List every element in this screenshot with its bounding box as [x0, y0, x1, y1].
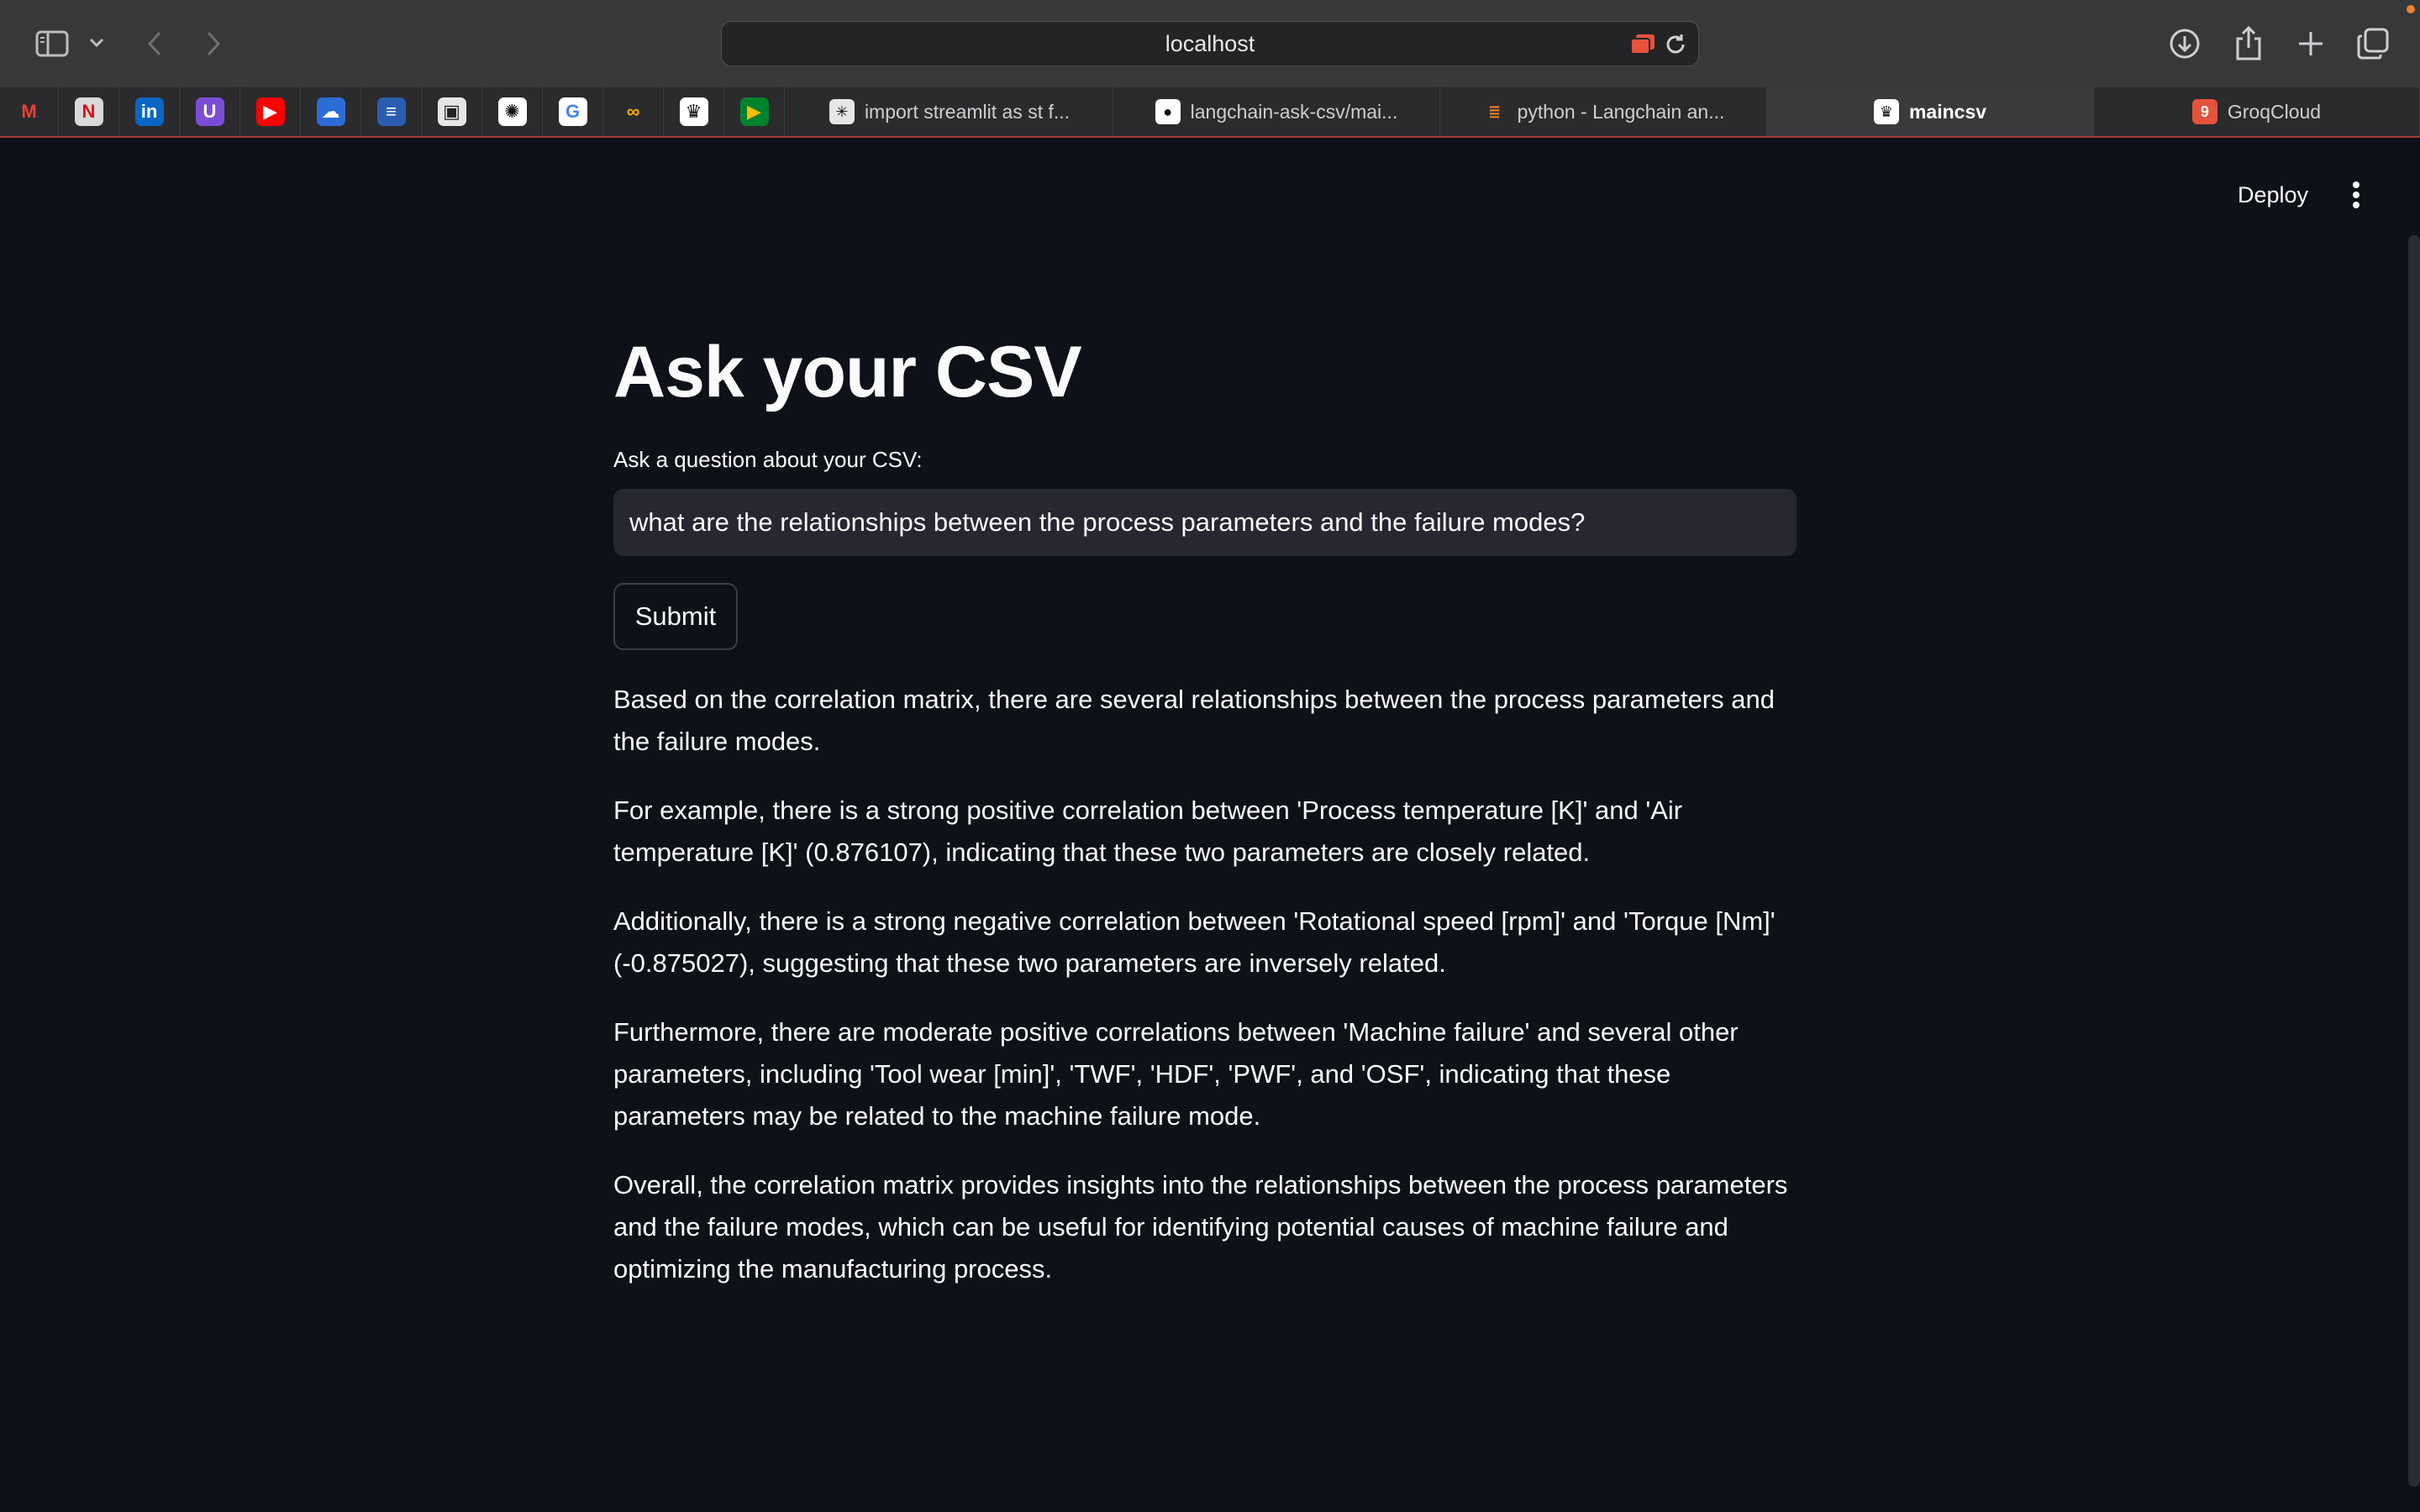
pinned-tab[interactable]: N: [59, 87, 119, 136]
tab-label: langchain-ask-csv/mai...: [1190, 100, 1398, 123]
tab-stackoverflow[interactable]: ≣ python - Langchain an...: [1440, 87, 1767, 136]
question-label: Ask a question about your CSV:: [613, 447, 923, 472]
pinned-tab[interactable]: ≡: [361, 87, 422, 136]
onedrive-icon: ☁: [316, 97, 345, 126]
submit-button[interactable]: Submit: [613, 583, 738, 650]
address-bar[interactable]: localhost: [721, 21, 1699, 66]
pinned-tab[interactable]: ▶: [724, 87, 785, 136]
downloads-icon[interactable]: [2166, 25, 2203, 62]
youtube-icon: ▶: [255, 97, 285, 126]
pinned-tab[interactable]: in: [119, 87, 180, 136]
pinned-tab[interactable]: G: [543, 87, 603, 136]
tab-label: import streamlit as st f...: [864, 100, 1071, 123]
openai-icon: ✺: [497, 97, 527, 126]
pinned-tab[interactable]: U: [180, 87, 240, 136]
tab-label: maincsv: [1908, 100, 1987, 123]
tab-perplexity[interactable]: ✳ import streamlit as st f...: [786, 87, 1113, 136]
google-icon: G: [558, 97, 587, 126]
answer-paragraph: Overall, the correlation matrix provides…: [613, 1170, 1788, 1284]
reload-icon[interactable]: [1663, 32, 1688, 61]
question-input[interactable]: [613, 489, 1797, 556]
browser-toolbar: localhost: [0, 0, 2420, 87]
new-tab-icon[interactable]: [2292, 25, 2329, 62]
tab-overview-icon[interactable]: [2354, 25, 2391, 62]
linkedin-icon: in: [134, 97, 164, 126]
extension-icon[interactable]: [1629, 33, 1656, 60]
answer-paragraph: Based on the correlation matrix, there a…: [613, 685, 1775, 756]
tab-bar: M Nin U ▶ ☁ ≡ ▣ ✺ G ∞ ♛ ▶ ✳ import streamlit as st f.…: [0, 87, 2420, 138]
page-scrollbar[interactable]: [2408, 235, 2420, 1487]
perplexity-icon: ✳: [829, 99, 855, 124]
forward-icon[interactable]: [198, 25, 229, 62]
tab-label: python - Langchain an...: [1517, 100, 1725, 123]
pinned-tab[interactable]: ∞: [603, 87, 664, 136]
meet-icon: ▶: [739, 97, 769, 126]
pinned-tab[interactable]: ☁: [301, 87, 361, 136]
pinned-tab[interactable]: ♛: [664, 87, 724, 136]
answer-text: Based on the correlation matrix, there a…: [613, 679, 1797, 1290]
answer-paragraph: Additionally, there is a strong negative…: [613, 906, 1776, 978]
url-text: localhost: [1165, 30, 1255, 56]
pinned-tab[interactable]: ▶: [240, 87, 301, 136]
gmail-icon: M: [14, 97, 44, 126]
page-title: Ask your CSV: [613, 332, 1082, 412]
netflix-icon: N: [74, 97, 103, 126]
chevron-down-icon[interactable]: [86, 32, 108, 54]
pinned-tab[interactable]: ✺: [482, 87, 543, 136]
notification-dot: [2407, 5, 2415, 13]
back-icon[interactable]: [139, 25, 170, 62]
tab-streamlit[interactable]: ♛ maincsv: [1767, 87, 2094, 136]
stackoverflow-icon: ≣: [1481, 99, 1507, 124]
main-content: Ask your CSV Ask a question about your C…: [613, 319, 1797, 1317]
deploy-button[interactable]: Deploy: [2218, 173, 2328, 217]
pinned-tab[interactable]: M: [0, 87, 59, 136]
tab-label: GroqCloud: [2227, 100, 2322, 123]
media-icon: ▣: [437, 97, 466, 126]
proton-icon: U: [195, 97, 224, 126]
sidebar-toggle-icon[interactable]: [34, 25, 71, 62]
main-menu-icon[interactable]: [2341, 173, 2371, 217]
streamlit-icon: ♛: [679, 97, 708, 126]
streamlit-icon: ♛: [1873, 99, 1899, 124]
share-icon[interactable]: [2230, 24, 2267, 62]
groq-icon: 9: [2191, 99, 2217, 124]
tab-github[interactable]: ● langchain-ask-csv/mai...: [1113, 87, 1440, 136]
colab-icon: ∞: [618, 97, 648, 126]
github-icon: ●: [1155, 99, 1181, 124]
pinned-tab[interactable]: ▣: [422, 87, 482, 136]
answer-paragraph: Furthermore, there are moderate positive…: [613, 1017, 1739, 1131]
answer-paragraph: For example, there is a strong positive …: [613, 795, 1683, 867]
tab-groq[interactable]: 9 GroqCloud: [2094, 87, 2420, 136]
docs-icon: ≡: [376, 97, 406, 126]
